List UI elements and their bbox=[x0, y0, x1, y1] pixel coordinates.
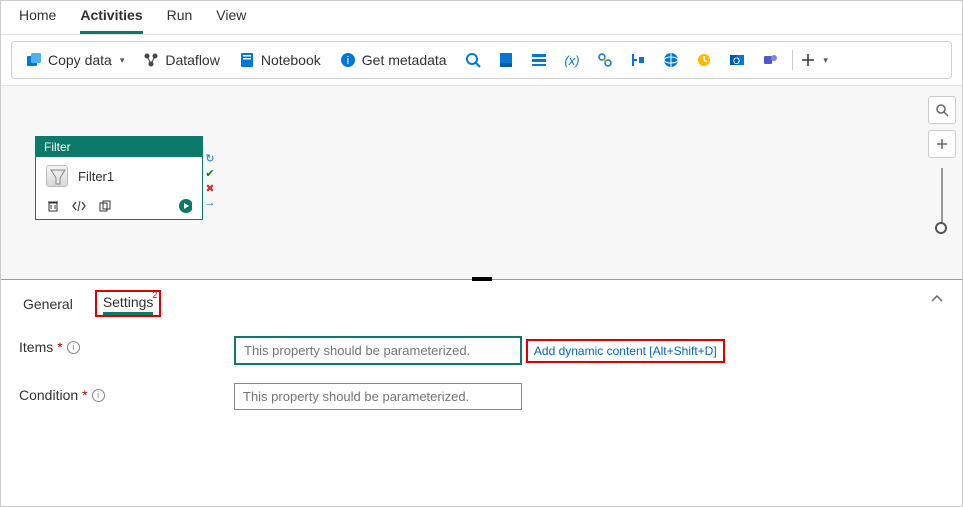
dataflow-icon bbox=[143, 52, 159, 68]
outlook-icon: O bbox=[729, 52, 745, 68]
collapse-panel-button[interactable] bbox=[930, 292, 944, 306]
get-metadata-label: Get metadata bbox=[362, 52, 447, 68]
handle-success-icon[interactable]: ✔ bbox=[204, 167, 216, 179]
toolbar-icon-7[interactable] bbox=[689, 48, 719, 72]
properties-panel-tabs: General Settings 2 bbox=[1, 280, 962, 321]
toolbar-icon-9[interactable] bbox=[755, 48, 785, 72]
handle-failure-icon[interactable]: ✖ bbox=[204, 182, 216, 194]
handle-skip-icon[interactable]: → bbox=[204, 197, 216, 209]
pipeline-canvas[interactable]: Filter Filter1 ↻ ✔ ✖ → bbox=[1, 85, 962, 280]
bracket-icon bbox=[630, 52, 646, 68]
required-indicator: * bbox=[82, 387, 87, 403]
variable-icon: (x) bbox=[564, 52, 580, 68]
top-tab-bar: Home Activities Run View bbox=[1, 1, 962, 35]
toolbar-icon-5[interactable] bbox=[623, 48, 653, 72]
list-icon bbox=[531, 52, 547, 68]
script-icon bbox=[498, 52, 514, 68]
tab-view[interactable]: View bbox=[216, 7, 246, 34]
spark-icon bbox=[597, 52, 613, 68]
activity-node-name: Filter1 bbox=[78, 169, 114, 184]
items-info-icon[interactable]: i bbox=[67, 341, 80, 354]
copy-data-label: Copy data bbox=[48, 52, 112, 68]
canvas-search-button[interactable] bbox=[928, 96, 956, 124]
delete-activity-button[interactable] bbox=[46, 199, 60, 213]
wait-icon bbox=[696, 52, 712, 68]
copy-data-button[interactable]: Copy data ▾ bbox=[18, 48, 132, 72]
copy-data-icon bbox=[26, 52, 42, 68]
toolbar-icon-2[interactable] bbox=[524, 48, 554, 72]
chevron-down-icon: ▾ bbox=[120, 55, 125, 66]
activity-node-filter[interactable]: Filter Filter1 bbox=[35, 136, 203, 220]
chevron-down-icon: ▾ bbox=[823, 55, 828, 66]
filter-icon bbox=[46, 165, 68, 187]
toolbar-icon-4[interactable] bbox=[590, 48, 620, 72]
activity-node-header: Filter bbox=[36, 137, 202, 157]
activities-toolbar: Copy data ▾ Dataflow Notebook i Get meta… bbox=[11, 41, 952, 79]
toolbar-icon-8[interactable]: O bbox=[722, 48, 752, 72]
teams-icon bbox=[762, 52, 778, 68]
svg-text:i: i bbox=[347, 55, 349, 67]
handle-pending-icon[interactable]: ↻ bbox=[204, 152, 216, 164]
info-icon: i bbox=[340, 52, 356, 68]
node-output-handles: ↻ ✔ ✖ → bbox=[204, 152, 216, 209]
svg-text:O: O bbox=[733, 56, 740, 66]
settings-form: Items * i Add dynamic content [Alt+Shift… bbox=[1, 321, 962, 442]
svg-text:(x): (x) bbox=[564, 53, 579, 68]
tab-run[interactable]: Run bbox=[167, 7, 193, 34]
settings-badge: 2 bbox=[152, 290, 157, 300]
run-activity-button[interactable] bbox=[178, 199, 192, 213]
items-input[interactable] bbox=[234, 336, 522, 365]
toolbar-icon-3[interactable]: (x) bbox=[557, 48, 587, 72]
notebook-label: Notebook bbox=[261, 52, 321, 68]
tab-home[interactable]: Home bbox=[19, 7, 56, 34]
toolbar-icon-6[interactable] bbox=[656, 48, 686, 72]
canvas-zoom-in-button[interactable] bbox=[928, 130, 956, 158]
globe-icon bbox=[663, 52, 679, 68]
dataflow-button[interactable]: Dataflow bbox=[135, 48, 227, 72]
condition-input[interactable] bbox=[234, 383, 522, 410]
code-activity-button[interactable] bbox=[72, 199, 86, 213]
get-metadata-button[interactable]: i Get metadata bbox=[332, 48, 455, 72]
tab-settings-highlighted: Settings 2 bbox=[95, 290, 162, 317]
notebook-button[interactable]: Notebook bbox=[231, 48, 329, 72]
tab-activities[interactable]: Activities bbox=[80, 7, 142, 34]
items-label: Items bbox=[19, 339, 53, 355]
tab-settings[interactable]: Settings bbox=[103, 294, 154, 315]
tab-general[interactable]: General bbox=[19, 294, 77, 314]
canvas-zoom-slider[interactable] bbox=[941, 168, 943, 228]
toolbar-divider bbox=[792, 50, 793, 70]
required-indicator: * bbox=[57, 339, 62, 355]
add-activity-button[interactable]: ▾ bbox=[800, 48, 830, 72]
clone-activity-button[interactable] bbox=[98, 199, 112, 213]
plus-icon bbox=[801, 52, 815, 68]
toolbar-icon-1[interactable] bbox=[491, 48, 521, 72]
add-dynamic-content-link[interactable]: Add dynamic content [Alt+Shift+D] bbox=[526, 339, 725, 363]
notebook-icon bbox=[239, 52, 255, 68]
condition-label: Condition bbox=[19, 387, 78, 403]
dataflow-label: Dataflow bbox=[165, 52, 219, 68]
canvas-tools bbox=[928, 96, 956, 228]
search-icon bbox=[465, 52, 481, 68]
search-activities-button[interactable] bbox=[458, 48, 488, 72]
condition-info-icon[interactable]: i bbox=[92, 389, 105, 402]
